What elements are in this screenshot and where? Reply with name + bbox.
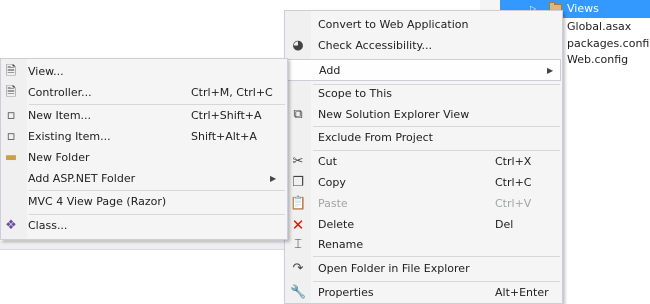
new-window-icon: ⧉	[293, 107, 303, 122]
editor-background	[0, 0, 300, 60]
editor-bottom-panel	[0, 249, 290, 301]
menu-item-convert-to-web-application[interactable]: Convert to Web Application	[286, 14, 561, 36]
menu-item-scope-to-this[interactable]: Scope to This	[286, 83, 561, 105]
tree-item-label: packages.config	[567, 37, 650, 50]
menu-item-copy[interactable]: ❐ Copy Ctrl+C	[286, 172, 561, 194]
menu-item-delete[interactable]: ✕ Delete Del	[286, 214, 561, 236]
menu-item-open-folder-in-file-explorer[interactable]: ↷ Open Folder in File Explorer	[286, 258, 561, 280]
menu-item-shortcut: Ctrl+Shift+A	[191, 109, 262, 122]
menu-item-exclude-from-project[interactable]: Exclude From Project	[286, 127, 561, 149]
submenu-arrow-icon: ▶	[547, 66, 554, 75]
new-folder-icon: ▬	[4, 150, 18, 165]
rename-icon: ⌶	[294, 237, 302, 252]
menu-item-label: View...	[28, 65, 64, 78]
menu-item-add[interactable]: Add ▶	[286, 59, 561, 81]
menu-item-shortcut: Del	[495, 218, 514, 231]
menu-item-label: MVC 4 View Page (Razor)	[28, 195, 167, 208]
menu-item-new-solution-explorer-view[interactable]: ⧉ New Solution Explorer View	[286, 104, 561, 126]
menu-item-label: New Solution Explorer View	[318, 108, 470, 121]
menu-item-label: Controller...	[28, 86, 92, 99]
refresh-arrow-icon: ↷	[292, 261, 304, 276]
menu-item-cut[interactable]: ✂ Cut Ctrl+X	[286, 151, 561, 173]
menu-item-label: Properties	[318, 286, 374, 299]
menu-item-label: Check Accessibility...	[318, 39, 432, 52]
menu-item-label: Existing Item...	[28, 130, 111, 143]
menu-item-label: Delete	[318, 218, 355, 231]
menu-item-label: Scope to This	[318, 87, 393, 100]
menu-item-shortcut: Alt+Enter	[495, 286, 549, 299]
scissors-icon: ✂	[292, 154, 304, 169]
existing-item-icon: ▫	[6, 129, 16, 144]
accessibility-icon: ◕	[292, 38, 304, 53]
submenu-item-controller[interactable]: 🗎 Controller... Ctrl+M, Ctrl+C	[2, 82, 286, 104]
menu-item-label: Rename	[318, 238, 364, 251]
menu-item-check-accessibility[interactable]: ◕ Check Accessibility...	[286, 35, 561, 57]
menu-item-shortcut: Ctrl+V	[495, 197, 532, 210]
menu-item-label: Open Folder in File Explorer	[318, 262, 470, 275]
delete-icon: ✕	[291, 216, 305, 234]
menu-item-label: Exclude From Project	[318, 131, 433, 144]
menu-item-label: Convert to Web Application	[318, 18, 469, 31]
menu-item-shortcut: Ctrl+C	[495, 176, 532, 189]
tree-item-label: Views	[567, 2, 599, 15]
tree-item-label: Global.asax	[567, 20, 632, 33]
menu-item-label: Paste	[318, 197, 348, 210]
submenu-item-add-aspnet-folder[interactable]: Add ASP.NET Folder ▶	[2, 168, 286, 190]
menu-item-paste[interactable]: 📋 Paste Ctrl+V	[286, 193, 561, 215]
menu-item-label: New Folder	[28, 151, 90, 164]
submenu-item-existing-item[interactable]: ▫ Existing Item... Shift+Alt+A	[2, 126, 286, 148]
menu-item-label: Add	[319, 64, 341, 77]
submenu-item-view[interactable]: 🗎 View...	[2, 61, 286, 83]
wrench-icon: 🔧	[290, 285, 307, 300]
tree-item-label: Web.config	[567, 53, 629, 66]
menu-item-properties[interactable]: 🔧 Properties Alt+Enter	[286, 282, 561, 304]
menu-item-shortcut: Shift+Alt+A	[191, 130, 257, 143]
submenu-item-mvc4-view-page[interactable]: MVC 4 View Page (Razor)	[2, 191, 286, 213]
copy-icon: ❐	[292, 175, 304, 190]
submenu-item-new-folder[interactable]: ▬ New Folder	[2, 147, 286, 169]
menu-item-label: Class...	[28, 219, 68, 232]
editor-strip	[0, 241, 290, 249]
submenu-arrow-icon: ▶	[270, 174, 277, 183]
menu-item-label: New Item...	[28, 109, 92, 122]
paste-icon: 📋	[290, 196, 307, 211]
menu-item-label: Cut	[318, 155, 337, 168]
menu-item-label: Copy	[318, 176, 346, 189]
class-icon: ❖	[5, 218, 17, 233]
view-file-icon: 🗎	[5, 64, 17, 79]
menu-separator	[313, 256, 560, 257]
menu-item-shortcut: Ctrl+M, Ctrl+C	[191, 86, 273, 99]
submenu-item-class[interactable]: ❖ Class...	[2, 215, 286, 237]
context-menu: Convert to Web Application ◕ Check Acces…	[284, 10, 563, 304]
controller-file-icon: 🗎	[5, 85, 17, 100]
menu-item-shortcut: Ctrl+X	[495, 155, 532, 168]
new-item-icon: ▫	[6, 108, 16, 123]
add-submenu: 🗎 View... 🗎 Controller... Ctrl+M, Ctrl+C…	[0, 58, 288, 240]
menu-item-rename[interactable]: ⌶ Rename	[286, 234, 561, 256]
submenu-item-new-item[interactable]: ▫ New Item... Ctrl+Shift+A	[2, 105, 286, 127]
menu-item-label: Add ASP.NET Folder	[28, 172, 136, 185]
